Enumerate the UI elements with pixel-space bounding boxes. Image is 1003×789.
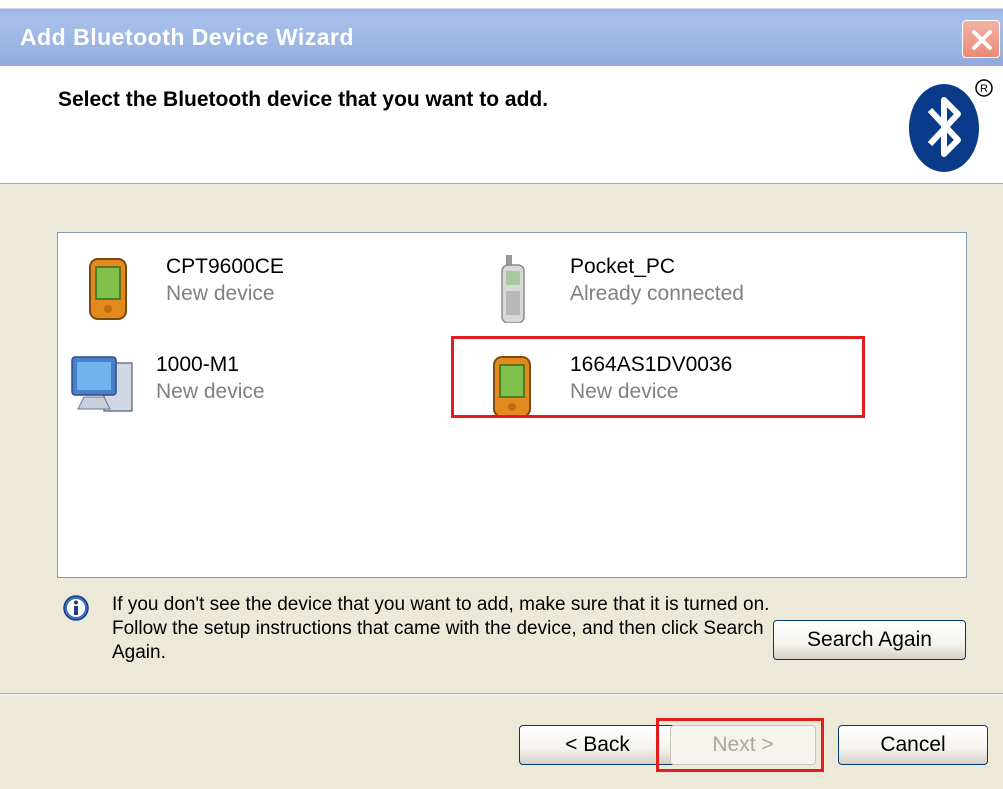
highlight-selected-device xyxy=(451,336,865,418)
wizard-window: Add Bluetooth Device Wizard Select the B… xyxy=(0,0,1003,789)
device-status: New device xyxy=(156,380,265,403)
close-button[interactable] xyxy=(962,20,1000,58)
divider xyxy=(0,693,1003,695)
device-name: 1000-M1 xyxy=(156,353,239,376)
info-icon xyxy=(63,595,89,621)
device-item-1000-m1[interactable]: 1000-M1 New device xyxy=(70,353,450,425)
pda-icon xyxy=(89,258,127,320)
window-title: Add Bluetooth Device Wizard xyxy=(20,24,355,50)
back-button[interactable]: < Back xyxy=(519,725,676,765)
svg-text:R: R xyxy=(980,83,988,95)
title-bar[interactable]: Add Bluetooth Device Wizard xyxy=(0,0,1003,72)
info-text: If you don't see the device that you wan… xyxy=(112,594,770,663)
phone-icon xyxy=(501,255,525,323)
bluetooth-logo-icon: R xyxy=(909,79,993,172)
device-item-pocket-pc[interactable]: Pocket_PC Already connected xyxy=(484,255,864,327)
device-status: New device xyxy=(166,282,275,305)
page-heading: Select the Bluetooth device that you wan… xyxy=(58,88,549,111)
wizard-header: Select the Bluetooth device that you wan… xyxy=(0,66,1003,184)
device-item-cpt9600ce[interactable]: CPT9600CE New device xyxy=(80,255,460,327)
close-icon xyxy=(972,30,992,50)
cancel-button[interactable]: Cancel xyxy=(838,725,988,765)
device-status: Already connected xyxy=(570,282,744,305)
highlight-next-button xyxy=(656,718,824,772)
device-name: CPT9600CE xyxy=(166,255,284,278)
computer-icon xyxy=(71,356,133,412)
device-name: Pocket_PC xyxy=(570,255,676,278)
search-again-button[interactable]: Search Again xyxy=(773,620,966,660)
